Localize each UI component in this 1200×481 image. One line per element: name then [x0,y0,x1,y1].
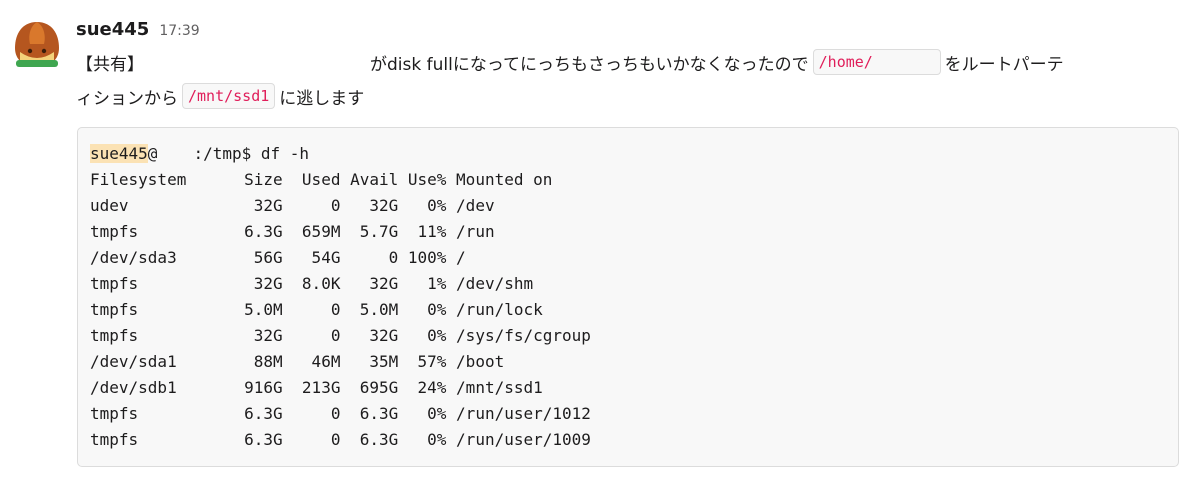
df-row: tmpfs 6.3G 0 6.3G 0% /run/user/1012 [90,404,591,423]
df-row: tmpfs 32G 0 32G 0% /sys/fs/cgroup [90,326,591,345]
message-header: sue445 17:39 [76,19,200,43]
df-row: tmpfs 32G 8.0K 32G 1% /dev/shm [90,274,534,293]
df-row: tmpfs 5.0M 0 5.0M 0% /run/lock [90,300,543,319]
df-row: udev 32G 0 32G 0% /dev [90,196,495,215]
prompt-line: sue445@ :/tmp$ df -h [90,141,1178,167]
prompt-user: sue445 [90,144,148,163]
df-header: Filesystem Size Used Avail Use% Mounted … [90,170,553,189]
df-row: tmpfs 6.3G 659M 5.7G 11% /run [90,222,495,241]
username[interactable]: sue445 [76,19,149,40]
prompt-at: @ [147,144,158,163]
timestamp[interactable]: 17:39 [159,23,199,39]
chestnut-icon [10,18,64,72]
df-row: /dev/sda1 88M 46M 35M 57% /boot [90,352,505,371]
message-line-1: 【共有】 がdisk fullになってにっちもさっちもいかなくなったので /ho… [76,47,1064,77]
message-text: をルートパーテ [944,54,1064,75]
avatar[interactable] [10,18,64,72]
inline-code-home: /home/ [812,49,941,75]
message-text: に逃します [279,88,365,109]
df-row: /dev/sda3 56G 54G 0 100% / [90,248,466,267]
prompt-command: :/tmp$ df -h [193,144,310,163]
message-text: がdisk fullになってにっちもさっちもいかなくなったので [370,54,809,75]
df-row: tmpfs 6.3G 0 6.3G 0% /run/user/1009 [90,430,591,449]
message-line-2: ィションから /mnt/ssd1 に逃します [76,81,364,111]
message-text: ィションから [76,88,178,109]
inline-code-mnt: /mnt/ssd1 [182,83,276,109]
message-tag: 【共有】 [76,54,144,75]
df-row: /dev/sdb1 916G 213G 695G 24% /mnt/ssd1 [90,378,543,397]
code-block: sue445@ :/tmp$ df -h Filesystem Size Used… [77,127,1179,467]
